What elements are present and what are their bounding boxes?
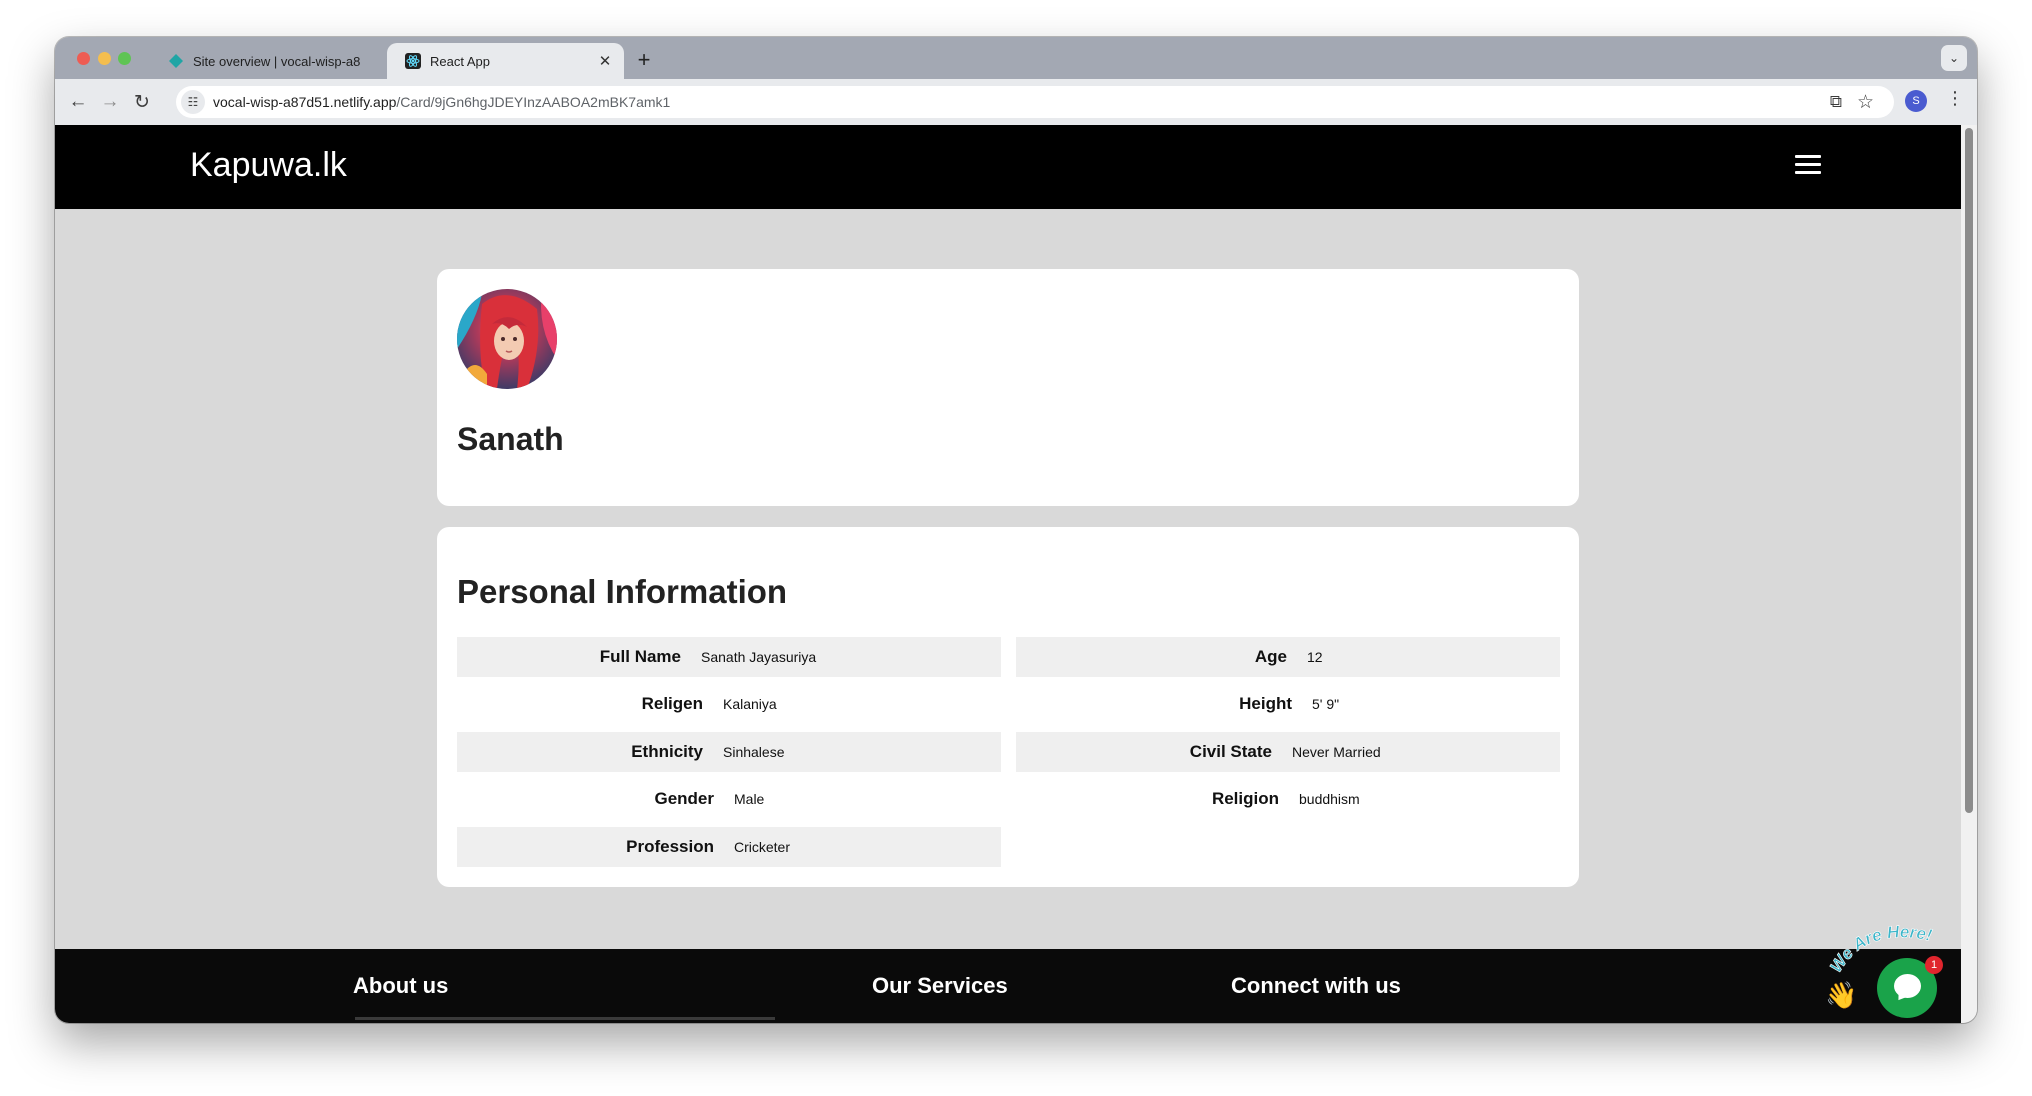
info-row-civil-state: Civil State Never Married [1016, 732, 1560, 772]
chat-notification-badge: 1 [1925, 956, 1943, 974]
info-row-religen: Religen Kalaniya [457, 684, 1001, 724]
info-value: Male [734, 791, 765, 807]
info-row-full-name: Full Name Sanath Jayasuriya [457, 637, 1001, 677]
info-value: buddhism [1299, 791, 1360, 807]
url-path: /Card/9jGn6hgJDEYInzAABOA2mBK7amk1 [396, 94, 671, 110]
info-label: Religen [641, 694, 703, 713]
maximize-window-button[interactable] [118, 52, 131, 65]
footer-services-heading: Our Services [872, 973, 1008, 998]
info-row-ethnicity: Ethnicity Sinhalese [457, 732, 1001, 772]
section-title: Personal Information [457, 573, 788, 610]
page-scrollbar[interactable] [1961, 125, 1977, 1023]
info-value: 12 [1307, 649, 1323, 665]
browser-window: Site overview | vocal-wisp-a8 ✕ React Ap… [55, 37, 1977, 1023]
footer-text-cutoff [355, 1017, 775, 1020]
info-row-height: Height 5' 9" [1016, 684, 1560, 724]
back-arrow-icon[interactable]: ← [64, 88, 92, 116]
install-app-icon[interactable]: ⧉ [1830, 86, 1842, 118]
profile-avatar[interactable]: S [1905, 90, 1927, 112]
page-viewport: Kapuwa.lk Sanath Personal Information Fu… [55, 125, 1961, 1023]
react-icon [405, 53, 421, 69]
tab-title: React App [430, 53, 490, 69]
forward-arrow-icon[interactable]: → [96, 88, 124, 116]
waving-hand-icon: 👋 [1825, 980, 1858, 1010]
close-tab-icon[interactable]: ✕ [594, 52, 616, 70]
reload-icon[interactable]: ↻ [128, 88, 156, 116]
info-label: Ethnicity [631, 742, 703, 761]
info-value: Kalaniya [723, 696, 777, 712]
site-settings-icon[interactable]: ☷ [181, 90, 205, 114]
url-host: vocal-wisp-a87d51.netlify.app [213, 94, 397, 110]
info-label: Religion [1211, 789, 1279, 808]
footer-about-heading: About us [353, 973, 449, 998]
netlify-icon [169, 54, 183, 68]
address-bar[interactable]: ☷ vocal-wisp-a87d51.netlify.app/Card/9jG… [176, 86, 1894, 118]
new-tab-plus-icon[interactable]: + [632, 47, 656, 73]
info-row-age: Age 12 [1016, 637, 1560, 677]
bookmark-star-icon[interactable]: ☆ [1857, 86, 1874, 118]
tab-strip: Site overview | vocal-wisp-a8 ✕ React Ap… [55, 37, 1977, 79]
info-label: Gender [654, 789, 714, 808]
info-label: Profession [626, 837, 714, 856]
info-row-gender: Gender Male [457, 779, 1001, 819]
info-row-religion: Religion buddhism [1016, 779, 1560, 819]
info-value: 5' 9" [1312, 696, 1340, 712]
tab-react-app[interactable]: React App ✕ [387, 43, 624, 79]
info-value: Cricketer [734, 839, 791, 855]
info-label: Civil State [1189, 742, 1272, 761]
info-value: Sinhalese [723, 744, 785, 760]
tab-search-chevron-icon[interactable]: ⌄ [1941, 45, 1967, 71]
avatar [457, 289, 557, 389]
info-label: Full Name [599, 647, 681, 666]
info-value: Never Married [1292, 744, 1381, 760]
info-label: Height [1239, 694, 1292, 713]
chat-widget[interactable]: We Are Here! 👋 1 [1825, 918, 1961, 1023]
info-label: Age [1254, 647, 1287, 666]
tab-title: Site overview | vocal-wisp-a8 [193, 53, 361, 69]
personal-info-card: Personal Information Full Name Sanath Ja… [437, 527, 1579, 887]
info-value: Sanath Jayasuriya [701, 649, 817, 665]
close-window-button[interactable] [77, 52, 90, 65]
profile-card: Sanath [437, 269, 1579, 506]
profile-name: Sanath [457, 421, 564, 457]
site-logo[interactable]: Kapuwa.lk [190, 146, 347, 185]
browser-menu-icon[interactable]: ⋮ [1945, 88, 1965, 109]
browser-toolbar: ← → ↻ ☷ vocal-wisp-a87d51.netlify.app/Ca… [55, 79, 1977, 126]
footer-connect-heading: Connect with us [1231, 973, 1401, 998]
site-header: Kapuwa.lk [55, 125, 1961, 209]
info-row-profession: Profession Cricketer [457, 827, 1001, 867]
scrollbar-thumb[interactable] [1965, 128, 1973, 813]
minimize-window-button[interactable] [98, 52, 111, 65]
hamburger-menu-icon[interactable] [1795, 155, 1821, 179]
site-footer: About us Our Services Connect with us [55, 949, 1961, 1023]
